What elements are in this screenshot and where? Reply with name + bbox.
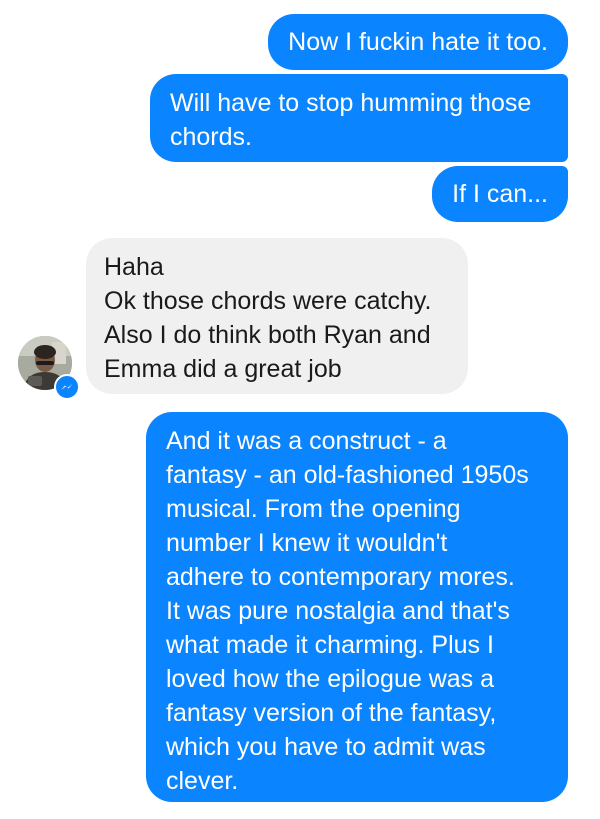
message-bubble-outgoing[interactable]: If I can... [432, 166, 568, 222]
message-bubble-incoming[interactable]: Haha Ok those chords were catchy. Also I… [86, 238, 468, 394]
message-bubble-outgoing[interactable]: And it was a construct - a fantasy - an … [146, 412, 568, 802]
message-bubble-outgoing[interactable]: Will have to stop humming those chords. [150, 74, 568, 162]
message-thread: Now I fuckin hate it too. Will have to s… [0, 0, 600, 819]
message-bubble-outgoing[interactable]: Now I fuckin hate it too. [268, 14, 568, 70]
messenger-icon [54, 374, 80, 400]
